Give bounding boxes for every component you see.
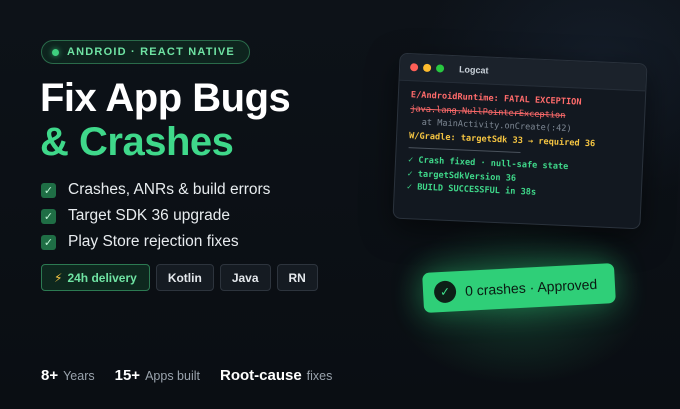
approved-text: 0 crashes · Approved (464, 275, 598, 299)
terminal-body: E/AndroidRuntime: FATAL EXCEPTION java.l… (395, 81, 646, 205)
lightning-icon: ⚡ (54, 270, 63, 285)
headline-line-1: Fix App Bugs (40, 76, 291, 120)
checkmark-icon: ✓ (41, 208, 56, 224)
checklist-label: Play Store rejection fixes (68, 233, 239, 250)
checklist-label: Target SDK 36 upgrade (68, 207, 230, 224)
stat-value: 15+ (114, 367, 141, 384)
feature-checklist: ✓ Crashes, ANRs & build errors ✓ Target … (41, 177, 270, 255)
stat-root-cause: Root-cause fixes (220, 367, 332, 384)
tag-java: Java (219, 264, 271, 291)
terminal-title: Logcat (458, 64, 489, 76)
stat-value: Root-cause (219, 367, 302, 384)
checklist-label: Crashes, ANRs & build errors (68, 181, 271, 198)
minimize-dot-icon (422, 63, 432, 73)
tag-label: 24h delivery (67, 270, 137, 285)
status-dot-icon (52, 48, 59, 56)
headline-line-2: & Crashes (40, 120, 234, 164)
maximize-dot-icon (435, 64, 445, 73)
stat-years: 8+ Years (41, 367, 95, 384)
stat-label: Years (63, 369, 95, 383)
close-dot-icon (409, 63, 419, 72)
stats-row: 8+ Years 15+ Apps built Root-cause fixes (41, 367, 352, 384)
checklist-item: ✓ Play Store rejection fixes (41, 229, 270, 255)
logcat-terminal: Logcat E/AndroidRuntime: FATAL EXCEPTION… (392, 52, 648, 230)
checklist-item: ✓ Crashes, ANRs & build errors (41, 177, 270, 203)
badge-text: ANDROID · REACT NATIVE (67, 46, 235, 58)
stat-apps: 15+ Apps built (115, 367, 200, 384)
stat-value: 8+ (41, 367, 59, 384)
approved-badge: ✓ 0 crashes · Approved (422, 263, 616, 313)
tag-kotlin: Kotlin (155, 264, 214, 291)
platform-badge: ANDROID · REACT NATIVE (41, 40, 250, 64)
stat-label: fixes (306, 369, 333, 383)
terminal-divider (408, 147, 521, 154)
checklist-item: ✓ Target SDK 36 upgrade (41, 203, 270, 229)
tag-delivery: ⚡ 24h delivery (41, 264, 150, 291)
check-circle-icon: ✓ (433, 280, 457, 304)
checkmark-icon: ✓ (41, 182, 56, 198)
tag-rn: RN (276, 264, 318, 291)
tag-row: ⚡ 24h delivery Kotlin Java RN (41, 264, 318, 291)
stat-label: Apps built (145, 369, 200, 383)
checkmark-icon: ✓ (41, 234, 56, 250)
